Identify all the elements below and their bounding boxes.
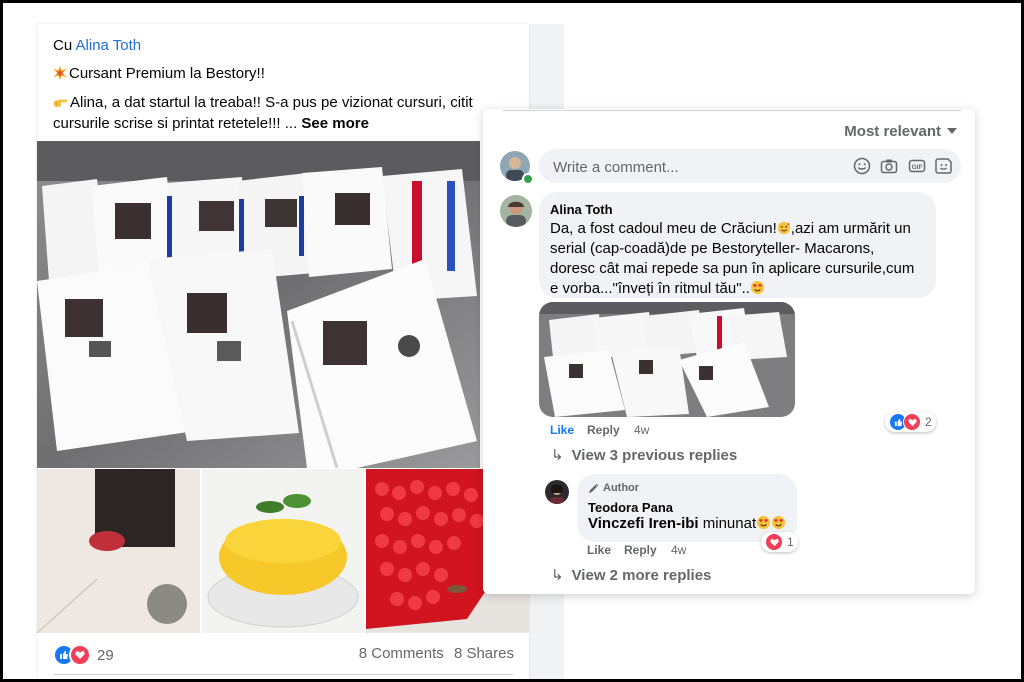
- caret-down-icon: [947, 128, 957, 134]
- comments-panel: Most relevant GIF: [483, 109, 975, 594]
- post-line1-text: Cursant Premium la Bestory!!: [69, 65, 265, 82]
- post-counts: 8 Comments 8 Shares: [353, 645, 514, 662]
- reply-reactions[interactable]: 1: [761, 532, 798, 552]
- comment-like-button[interactable]: Like: [550, 423, 574, 437]
- view-more-replies-link[interactable]: ↳ View 2 more replies: [551, 566, 711, 584]
- heart-eyes-emoji-icon: [750, 280, 764, 295]
- with-prefix: Cu: [53, 37, 73, 54]
- reply-bubble: Author Teodora Pana Vinczefi Iren-ibi mi…: [577, 474, 797, 542]
- collision-emoji-icon: [53, 66, 67, 80]
- see-more-link[interactable]: See more: [301, 115, 369, 132]
- reply-arrow-icon: ↳: [551, 567, 564, 584]
- sort-comments-dropdown[interactable]: Most relevant: [844, 123, 957, 140]
- comment-reply-button[interactable]: Reply: [587, 423, 620, 437]
- reply-author-name[interactable]: Teodora Pana: [588, 500, 673, 515]
- reply-reply-button[interactable]: Reply: [624, 543, 657, 557]
- gif-icon[interactable]: GIF: [908, 157, 926, 175]
- love-reaction-icon: [69, 644, 91, 666]
- sticker-icon[interactable]: [935, 157, 953, 175]
- post-card: Cu Alina Toth Cursant Premium la Bestory…: [37, 24, 529, 682]
- comment-bubble: Alina Toth Da, a fost cadoul meu de Crăc…: [539, 192, 936, 298]
- reply-like-button[interactable]: Like: [587, 543, 611, 557]
- love-reaction-icon: [765, 533, 783, 551]
- write-comment-box[interactable]: GIF: [539, 149, 961, 185]
- svg-text:GIF: GIF: [912, 164, 923, 171]
- emoji-icon[interactable]: [853, 157, 871, 175]
- reaction-count: 29: [97, 646, 114, 664]
- shares-count-link[interactable]: 8 Shares: [454, 645, 514, 662]
- pencil-icon: [588, 483, 599, 493]
- view-previous-replies-label: View 3 previous replies: [571, 447, 738, 464]
- post-with-line: Cu Alina Toth: [53, 37, 141, 54]
- camera-icon[interactable]: [880, 157, 898, 175]
- online-status-icon: [522, 173, 534, 185]
- reply-age[interactable]: 4w: [671, 543, 686, 557]
- comments-top-divider: [503, 110, 961, 111]
- tagged-user-link[interactable]: Alina Toth: [76, 37, 142, 54]
- heart-eyes-emoji-icon: [772, 515, 786, 530]
- author-badge-label: Author: [603, 482, 640, 494]
- smiling-hearts-emoji-icon: [777, 221, 790, 235]
- reply-reaction-count: 1: [787, 535, 794, 549]
- comment-age[interactable]: 4w: [634, 423, 649, 437]
- comment-text: Da, a fost cadoul meu de Crăciun! ,azi am…: [550, 219, 920, 299]
- comment-input[interactable]: [551, 149, 845, 185]
- commenter-avatar[interactable]: [500, 195, 532, 227]
- comment-author-name[interactable]: Alina Toth: [550, 202, 613, 217]
- comment-photo[interactable]: [539, 302, 795, 417]
- post-divider: [53, 674, 513, 675]
- view-previous-replies-link[interactable]: ↳ View 3 previous replies: [551, 446, 737, 464]
- pointing-hand-emoji-icon: [53, 99, 68, 107]
- reply-mention[interactable]: Vinczefi Iren-ibi: [588, 515, 699, 532]
- reply-author-avatar[interactable]: [545, 480, 569, 504]
- post-reactions[interactable]: 29: [53, 644, 114, 666]
- post-thumbnail-row[interactable]: [37, 469, 529, 633]
- love-reaction-icon: [903, 413, 921, 431]
- author-badge: Author: [588, 482, 639, 494]
- post-line2-text: Alina, a dat startul la treaba!! S-a pus…: [53, 94, 473, 132]
- comment-text-part1: Da, a fost cadoul meu de Crăciun!: [550, 220, 777, 237]
- comments-count-link[interactable]: 8 Comments: [359, 645, 444, 662]
- post-main-photo[interactable]: [37, 141, 480, 468]
- reply-text-body: minunat: [698, 515, 757, 532]
- reply-text: Vinczefi Iren-ibi minunat: [588, 514, 798, 534]
- view-more-replies-label: View 2 more replies: [571, 567, 712, 584]
- post-text-line1: Cursant Premium la Bestory!!: [53, 65, 265, 82]
- reply-arrow-icon: ↳: [551, 447, 564, 464]
- post-text-line2: Alina, a dat startul la treaba!! S-a pus…: [53, 92, 493, 134]
- comment-reactions[interactable]: 2: [885, 412, 936, 432]
- heart-eyes-emoji-icon: [757, 515, 771, 530]
- sort-label: Most relevant: [844, 123, 941, 140]
- comment-reaction-count: 2: [925, 415, 932, 429]
